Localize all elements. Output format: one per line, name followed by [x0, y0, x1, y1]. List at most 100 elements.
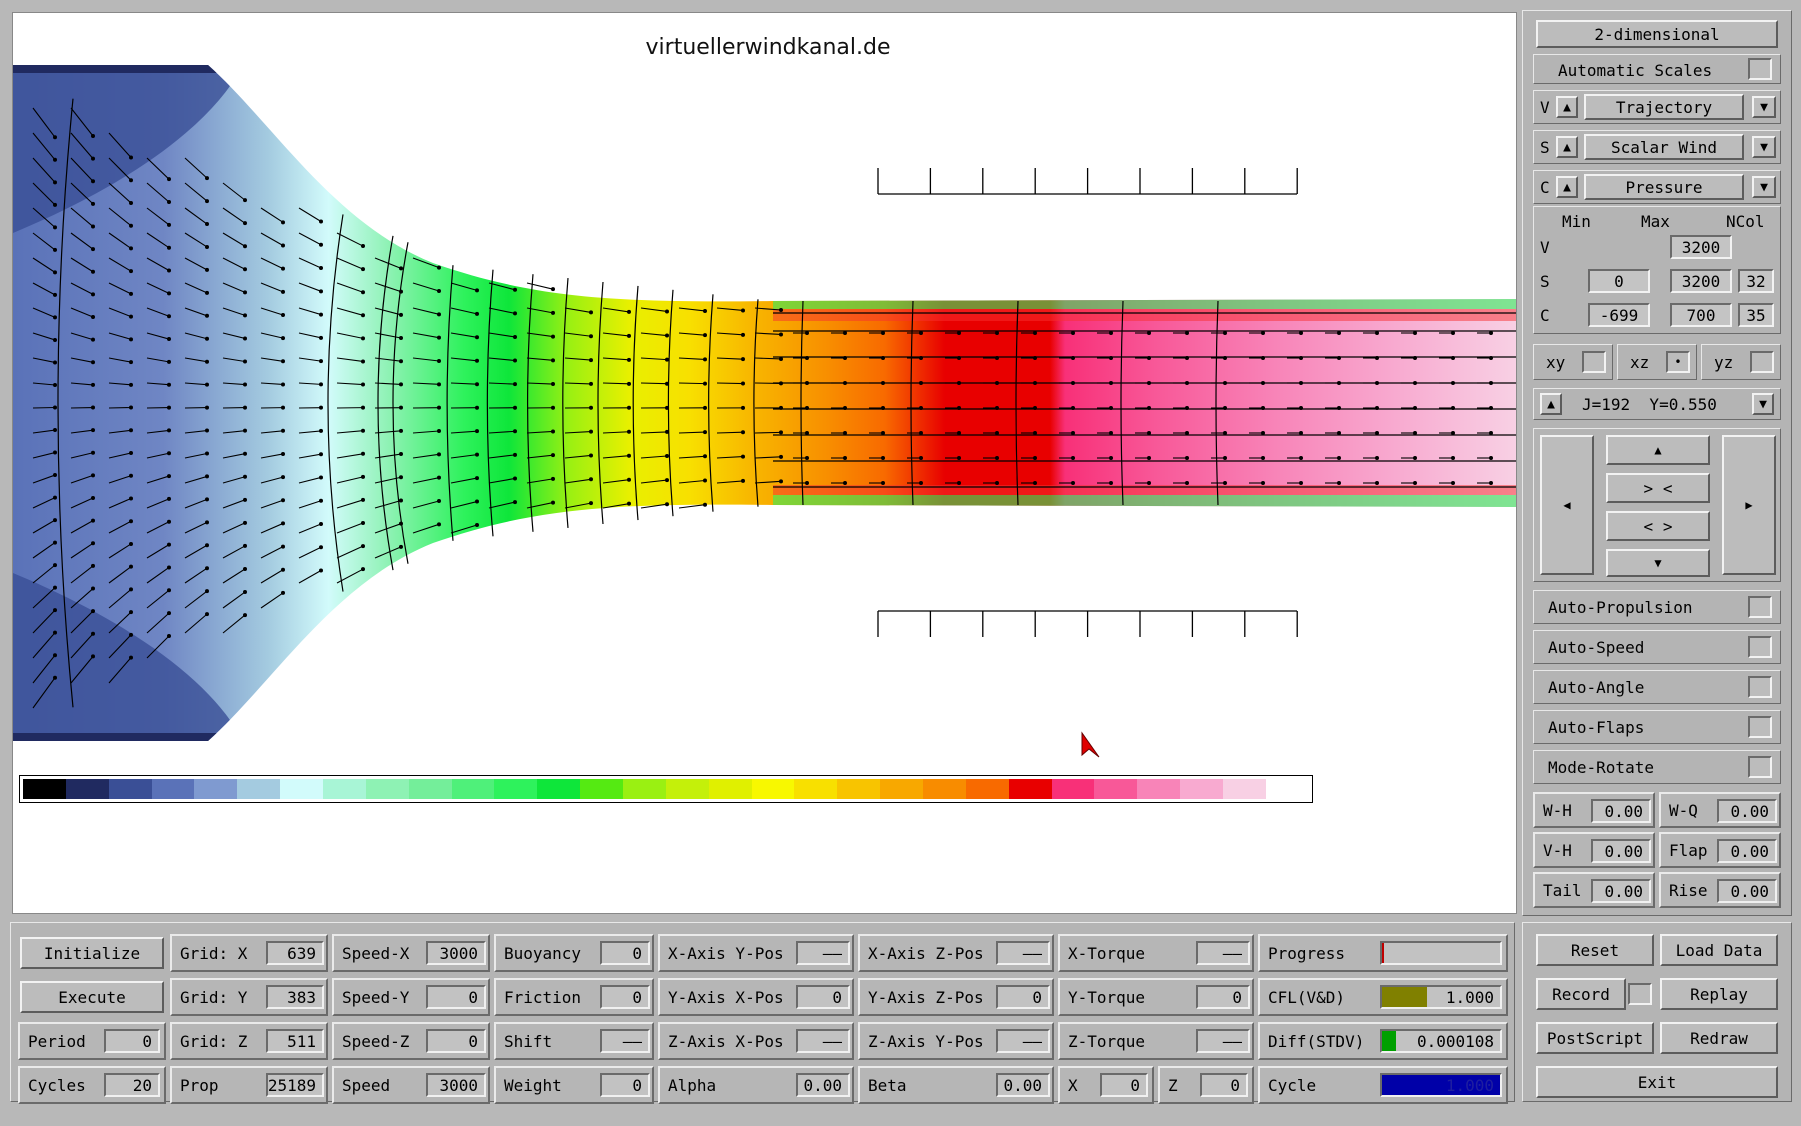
row-up-arrow[interactable]: ▲	[1556, 96, 1578, 118]
plane-toggle-xy[interactable]: xy	[1533, 344, 1613, 380]
pan-up-button[interactable]: ▲	[1606, 435, 1710, 465]
field-value[interactable]: 0	[1196, 985, 1250, 1009]
pan-left-button[interactable]: ◀	[1540, 435, 1594, 575]
toggle-auto-propulsion: Auto-Propulsion	[1533, 590, 1781, 624]
toggle-auto-angle: Auto-Angle	[1533, 670, 1781, 704]
scale-ncol-field[interactable]: 35	[1738, 303, 1774, 327]
scale-max-field[interactable]: 3200	[1670, 269, 1732, 293]
dimension-mode-button[interactable]: 2-dimensional	[1536, 20, 1778, 48]
record-checkbox[interactable]	[1628, 983, 1652, 1005]
redraw-button[interactable]: Redraw	[1660, 1022, 1778, 1054]
toggle-checkbox[interactable]	[1748, 596, 1772, 618]
toggle-label: Mode-Rotate	[1548, 757, 1654, 777]
row-dropdown-arrow[interactable]: ▼	[1752, 176, 1776, 198]
torque-field: Z-Torque ——	[1058, 1022, 1254, 1060]
field-value[interactable]: 0	[600, 941, 650, 965]
field-value[interactable]: 3000	[426, 1073, 486, 1097]
field-value[interactable]: 0	[426, 1029, 486, 1053]
field-value[interactable]: 20	[104, 1073, 160, 1097]
row-up-arrow[interactable]: ▲	[1556, 136, 1578, 158]
row-selector[interactable]: Trajectory	[1584, 94, 1744, 120]
postscript-button[interactable]: PostScript	[1536, 1022, 1654, 1054]
slice-up-arrow[interactable]: ▲	[1540, 393, 1562, 415]
field-value[interactable]: 0	[796, 985, 850, 1009]
field-value[interactable]: 0	[996, 985, 1050, 1009]
field-label: X-Torque	[1068, 943, 1146, 963]
toggle-checkbox[interactable]	[1748, 716, 1772, 738]
axis-field: Z-Axis Y-Pos ——	[858, 1022, 1054, 1060]
scale-max-field[interactable]: 3200	[1670, 235, 1732, 259]
field-value[interactable]: 383	[266, 985, 324, 1009]
execute-button[interactable]: Execute	[20, 981, 164, 1013]
field-label: Z-Axis X-Pos	[668, 1031, 784, 1051]
load-data-button[interactable]: Load Data	[1660, 934, 1778, 966]
force-field: Shift ——	[494, 1022, 654, 1060]
zoom-out-button[interactable]: < >	[1606, 511, 1710, 541]
field-value[interactable]: 0	[1200, 1073, 1248, 1097]
scale-ncol-field[interactable]: 32	[1738, 269, 1774, 293]
field-value[interactable]: 639	[266, 941, 324, 965]
toggle-label: Auto-Speed	[1548, 637, 1645, 657]
field-value[interactable]: ——	[996, 1029, 1050, 1053]
initialize-button[interactable]: Initialize	[20, 937, 164, 969]
colorbar-swatch	[151, 779, 195, 799]
row-up-arrow[interactable]: ▲	[1556, 176, 1578, 198]
field-value[interactable]: 0	[104, 1029, 160, 1053]
grid-field: Grid: Y 383	[170, 978, 328, 1016]
display-row-v: V ▲ Trajectory ▼	[1533, 90, 1781, 124]
angle-value-field[interactable]: 0.00	[1717, 839, 1777, 863]
field-value[interactable]: ——	[600, 1029, 650, 1053]
angle-value-field[interactable]: 0.00	[1591, 879, 1651, 903]
row-selector[interactable]: Scalar Wind	[1584, 134, 1744, 160]
record-button[interactable]: Record	[1536, 978, 1626, 1010]
scale-min-field[interactable]: 0	[1588, 269, 1650, 293]
angle-value-field[interactable]: 0.00	[1591, 839, 1651, 863]
field-value[interactable]: ——	[996, 941, 1050, 965]
angle-value-field[interactable]: 0.00	[1591, 799, 1651, 823]
plane-checkbox[interactable]	[1750, 351, 1774, 373]
field-value[interactable]: ——	[796, 941, 850, 965]
field-value[interactable]: 25189	[266, 1073, 324, 1097]
field-value[interactable]: 511	[266, 1029, 324, 1053]
axis-field: Alpha 0.00	[658, 1066, 854, 1104]
colorbar-swatch	[65, 779, 109, 799]
exit-button[interactable]: Exit	[1536, 1066, 1778, 1098]
field-value[interactable]: 0.00	[996, 1073, 1050, 1097]
slice-down-arrow[interactable]: ▼	[1752, 393, 1774, 415]
reset-button[interactable]: Reset	[1536, 934, 1654, 966]
field-value[interactable]: 0	[1100, 1073, 1148, 1097]
zoom-in-button[interactable]: > <	[1606, 473, 1710, 503]
angle-value-field[interactable]: 0.00	[1717, 799, 1777, 823]
row-dropdown-arrow[interactable]: ▼	[1752, 96, 1776, 118]
row-selector[interactable]: Pressure	[1584, 174, 1744, 200]
toggle-checkbox[interactable]	[1748, 676, 1772, 698]
field-value[interactable]: 0	[426, 985, 486, 1009]
scale-max-field[interactable]: 700	[1670, 303, 1732, 327]
plane-toggle-xz[interactable]: xz •	[1617, 344, 1697, 380]
field-value[interactable]: 0	[600, 1073, 650, 1097]
toggle-checkbox[interactable]	[1748, 756, 1772, 778]
row-tag: V	[1540, 97, 1550, 117]
pan-down-button[interactable]: ▼	[1606, 549, 1710, 577]
field-value[interactable]: ——	[1196, 1029, 1250, 1053]
field-value[interactable]: 0.00	[796, 1073, 850, 1097]
plane-toggle-yz[interactable]: yz	[1701, 344, 1781, 380]
field-value[interactable]: 0	[600, 985, 650, 1009]
field-value[interactable]: ——	[796, 1029, 850, 1053]
scale-min-field[interactable]: -699	[1588, 303, 1650, 327]
field-value[interactable]: 3000	[426, 941, 486, 965]
replay-button[interactable]: Replay	[1660, 978, 1778, 1010]
row-dropdown-arrow[interactable]: ▼	[1752, 136, 1776, 158]
flow-viewport[interactable]: virtuellerwindkanal.de	[12, 12, 1517, 914]
toggle-checkbox[interactable]	[1748, 636, 1772, 658]
plane-label: xy	[1546, 352, 1566, 372]
field-value[interactable]: ——	[1196, 941, 1250, 965]
row-tag: S	[1540, 137, 1550, 157]
pan-right-button[interactable]: ▶	[1722, 435, 1776, 575]
plane-checkbox[interactable]	[1582, 351, 1606, 373]
plane-checkbox[interactable]: •	[1666, 351, 1690, 373]
auto-scales-checkbox[interactable]	[1748, 58, 1772, 80]
axis-field: Z-Axis X-Pos ——	[658, 1022, 854, 1060]
angle-value-field[interactable]: 0.00	[1717, 879, 1777, 903]
grid-field: Grid: Z 511	[170, 1022, 328, 1060]
